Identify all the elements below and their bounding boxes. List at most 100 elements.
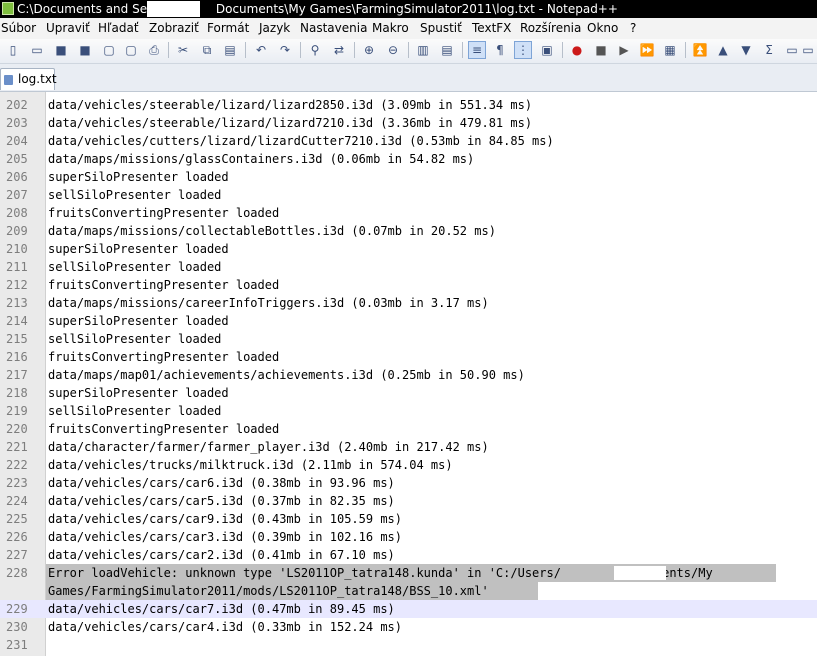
line-number: 224: [6, 494, 28, 508]
editor-line: 202 data/vehicles/steerable/lizard/lizard…: [0, 96, 817, 114]
line-text: superSiloPresenter loaded: [48, 170, 229, 184]
editor-line: 212 fruitsConvertingPresenter loaded: [0, 276, 817, 294]
editor-line: 206 superSiloPresenter loaded: [0, 168, 817, 186]
editor-line: 231: [0, 636, 817, 654]
tab-bar: log.txt: [0, 64, 817, 92]
tab-label: log.txt: [18, 72, 57, 86]
editor-line: 230 data/vehicles/cars/car4.i3d (0.33mb i…: [0, 618, 817, 636]
tfx-icon-1[interactable]: ⏫: [691, 41, 709, 59]
editor-line: 203 data/vehicles/steerable/lizard/lizard…: [0, 114, 817, 132]
tab-log-txt[interactable]: log.txt: [0, 68, 57, 90]
menu-help[interactable]: ?: [630, 21, 636, 35]
line-text: data/vehicles/steerable/lizard/lizard285…: [48, 98, 533, 112]
line-number: 227: [6, 548, 28, 562]
line-text: data/maps/map01/achievements/achievement…: [48, 368, 525, 382]
toolbar-separator: [300, 42, 301, 58]
menu-search[interactable]: Hľadať: [98, 21, 139, 35]
menu-run[interactable]: Spustiť: [420, 21, 462, 35]
close-icon[interactable]: ▢: [100, 41, 118, 59]
line-text: superSiloPresenter loaded: [48, 242, 229, 256]
zoom-in-icon[interactable]: ⊕: [360, 41, 378, 59]
menu-window[interactable]: Okno: [587, 21, 618, 35]
menu-bar: Súbor Upraviť Hľadať Zobraziť Formát Jaz…: [0, 18, 817, 40]
line-number: 207: [6, 188, 28, 202]
play-macro-icon[interactable]: ▶: [615, 41, 633, 59]
tfx-icon-6[interactable]: ▭: [799, 41, 817, 59]
line-text: data/maps/missions/collectableBottles.i3…: [48, 224, 496, 238]
menu-file[interactable]: Súbor: [1, 21, 36, 35]
line-number: 215: [6, 332, 28, 346]
editor-line: 221 data/character/farmer/farmer_player.i…: [0, 438, 817, 456]
copy-icon[interactable]: ⧉: [198, 41, 216, 59]
toolbar-separator: [685, 42, 686, 58]
find-icon[interactable]: ⚲: [306, 41, 324, 59]
new-file-icon[interactable]: ▯: [4, 41, 22, 59]
paste-icon[interactable]: ▤: [221, 41, 239, 59]
line-number: 228: [6, 566, 28, 580]
redo-icon[interactable]: ↷: [276, 41, 294, 59]
save-all-icon[interactable]: ■: [76, 41, 94, 59]
text-editor[interactable]: 202 data/vehicles/steerable/lizard/lizard…: [0, 92, 817, 656]
menu-format[interactable]: Formát: [207, 21, 249, 35]
line-number: 217: [6, 368, 28, 382]
editor-line: 208 fruitsConvertingPresenter loaded: [0, 204, 817, 222]
editor-line: 209 data/maps/missions/collectableBottles…: [0, 222, 817, 240]
line-text: sellSiloPresenter loaded: [48, 260, 222, 274]
zoom-out-icon[interactable]: ⊖: [384, 41, 402, 59]
editor-line: 217 data/maps/map01/achievements/achievem…: [0, 366, 817, 384]
line-text: data/vehicles/cars/car9.i3d (0.43mb in 1…: [48, 512, 403, 526]
window-title: C:\Documents and Settings\ Documents\My …: [17, 2, 618, 16]
menu-macro[interactable]: Makro: [372, 21, 409, 35]
line-number: 226: [6, 530, 28, 544]
sync-vertical-icon[interactable]: ▥: [414, 41, 432, 59]
line-number: 210: [6, 242, 28, 256]
menu-view[interactable]: Zobraziť: [149, 21, 199, 35]
open-file-icon[interactable]: ▭: [28, 41, 46, 59]
save-icon[interactable]: ■: [52, 41, 70, 59]
menu-language[interactable]: Jazyk: [259, 21, 290, 35]
close-all-icon[interactable]: ▢: [122, 41, 140, 59]
print-icon[interactable]: ⎙: [145, 41, 163, 59]
line-number: 214: [6, 314, 28, 328]
line-text: data/vehicles/cars/car3.i3d (0.39mb in 1…: [48, 530, 403, 544]
line-text: data/vehicles/cars/car2.i3d (0.41mb in 6…: [48, 548, 395, 562]
line-number: 205: [6, 152, 28, 166]
save-macro-icon[interactable]: ▦: [661, 41, 679, 59]
menu-edit[interactable]: Upraviť: [46, 21, 90, 35]
menu-textfx[interactable]: TextFX: [472, 21, 511, 35]
menu-settings[interactable]: Nastavenia: [300, 21, 367, 35]
show-all-chars-icon[interactable]: ¶: [491, 41, 509, 59]
line-number: 202: [6, 98, 28, 112]
word-wrap-icon[interactable]: ≡: [468, 41, 486, 59]
line-number: 222: [6, 458, 28, 472]
editor-line: 225 data/vehicles/cars/car9.i3d (0.43mb i…: [0, 510, 817, 528]
line-text: data/vehicles/cars/car6.i3d (0.38mb in 9…: [48, 476, 395, 490]
editor-line: 205 data/maps/missions/glassContainers.i3…: [0, 150, 817, 168]
toolbar-separator: [168, 42, 169, 58]
menu-plugins[interactable]: Rozšírenia: [520, 21, 581, 35]
sync-horizontal-icon[interactable]: ▤: [438, 41, 456, 59]
run-macro-multiple-icon[interactable]: ⏩: [638, 41, 656, 59]
line-number: 209: [6, 224, 28, 238]
record-macro-icon[interactable]: ●: [568, 41, 586, 59]
undo-icon[interactable]: ↶: [252, 41, 270, 59]
replace-icon[interactable]: ⇄: [330, 41, 348, 59]
line-text: data/vehicles/cars/car7.i3d (0.47mb in 8…: [48, 602, 395, 616]
user-language-icon[interactable]: ▣: [538, 41, 556, 59]
indent-guide-icon[interactable]: ⋮: [514, 41, 532, 59]
line-number: 212: [6, 278, 28, 292]
editor-line: 220 fruitsConvertingPresenter loaded: [0, 420, 817, 438]
line-text: data/vehicles/trucks/milktruck.i3d (2.11…: [48, 458, 453, 472]
editor-line: 223 data/vehicles/cars/car6.i3d (0.38mb i…: [0, 474, 817, 492]
line-number: 208: [6, 206, 28, 220]
tfx-icon-4[interactable]: Σ: [760, 41, 778, 59]
cut-icon[interactable]: ✂: [174, 41, 192, 59]
title-bar: C:\Documents and Settings\ Documents\My …: [0, 0, 817, 18]
line-number: 220: [6, 422, 28, 436]
line-text: sellSiloPresenter loaded: [48, 188, 222, 202]
tfx-icon-3[interactable]: ▼: [737, 41, 755, 59]
toolbar-separator: [354, 42, 355, 58]
stop-record-icon[interactable]: ■: [592, 41, 610, 59]
tfx-icon-2[interactable]: ▲: [714, 41, 732, 59]
current-line: 229 data/vehicles/cars/car7.i3d (0.47mb i…: [0, 600, 817, 618]
